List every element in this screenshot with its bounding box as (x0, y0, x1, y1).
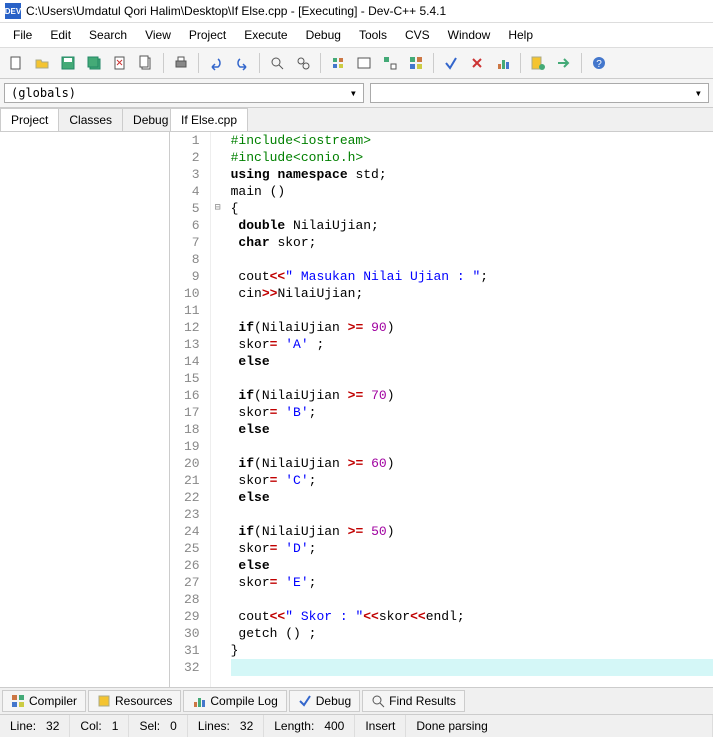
member-dropdown[interactable]: ▾ (370, 83, 709, 103)
status-message: Done parsing (406, 715, 713, 737)
replace-button[interactable] (291, 51, 315, 75)
separator (259, 53, 260, 73)
toolbar: ? (0, 48, 713, 79)
bottom-tabs: CompilerResourcesCompile LogDebugFind Re… (0, 687, 713, 714)
profile-button[interactable] (491, 51, 515, 75)
new-file-button[interactable] (4, 51, 28, 75)
close-button[interactable] (108, 51, 132, 75)
menu-help[interactable]: Help (499, 25, 542, 45)
menu-search[interactable]: Search (80, 25, 136, 45)
open-button[interactable] (30, 51, 54, 75)
menu-debug[interactable]: Debug (297, 25, 350, 45)
left-tab-classes[interactable]: Classes (58, 108, 123, 131)
grid-icon (11, 694, 25, 708)
left-tab-project[interactable]: Project (0, 108, 59, 131)
separator (320, 53, 321, 73)
menu-edit[interactable]: Edit (41, 25, 80, 45)
help-button[interactable]: ? (587, 51, 611, 75)
separator (163, 53, 164, 73)
separator (433, 53, 434, 73)
rebuild-button[interactable] (404, 51, 428, 75)
editor-tabs: If Else.cpp (170, 108, 713, 132)
code-editor[interactable]: 1234567891011121314151617181920212223242… (170, 132, 713, 687)
separator (520, 53, 521, 73)
bottom-tab-compile-log[interactable]: Compile Log (183, 690, 286, 712)
stop-button[interactable] (465, 51, 489, 75)
scope-dropdown[interactable]: (globals)▾ (4, 83, 364, 103)
check-icon (298, 694, 312, 708)
left-tabs: ProjectClassesDebug (0, 108, 169, 132)
find-button[interactable] (265, 51, 289, 75)
bottom-tab-resources[interactable]: Resources (88, 690, 181, 712)
search-icon (371, 694, 385, 708)
status-sel: Sel: 0 (129, 715, 187, 737)
window-title: C:\Users\Umdatul Qori Halim\Desktop\If E… (26, 4, 446, 18)
box-icon (97, 694, 111, 708)
left-panel: ProjectClassesDebug (0, 108, 170, 687)
editor-area: If Else.cpp 1234567891011121314151617181… (170, 108, 713, 687)
status-col: Col: 1 (70, 715, 129, 737)
app-icon: DEV (5, 3, 21, 19)
status-lines: Lines: 32 (188, 715, 264, 737)
debug-button[interactable] (439, 51, 463, 75)
undo-button[interactable] (204, 51, 228, 75)
menu-execute[interactable]: Execute (235, 25, 296, 45)
menu-file[interactable]: File (4, 25, 41, 45)
menu-window[interactable]: Window (439, 25, 500, 45)
chart-icon (192, 694, 206, 708)
separator (581, 53, 582, 73)
save-button[interactable] (56, 51, 80, 75)
menu-cvs[interactable]: CVS (396, 25, 439, 45)
bottom-tab-compiler[interactable]: Compiler (2, 690, 86, 712)
close-all-button[interactable] (134, 51, 158, 75)
status-line: Line: 32 (0, 715, 70, 737)
titlebar: DEV C:\Users\Umdatul Qori Halim\Desktop\… (0, 0, 713, 23)
compile-button[interactable] (326, 51, 350, 75)
status-mode: Insert (355, 715, 406, 737)
run-button[interactable] (352, 51, 376, 75)
compile-run-button[interactable] (378, 51, 402, 75)
menubar: FileEditSearchViewProjectExecuteDebugToo… (0, 23, 713, 48)
statusbar: Line: 32 Col: 1 Sel: 0 Lines: 32 Length:… (0, 714, 713, 737)
line-gutter: 1234567891011121314151617181920212223242… (170, 132, 211, 687)
svg-text:?: ? (596, 59, 602, 70)
menu-tools[interactable]: Tools (350, 25, 396, 45)
combo-row: (globals)▾ ▾ (0, 79, 713, 108)
bottom-tab-debug[interactable]: Debug (289, 690, 360, 712)
status-length: Length: 400 (264, 715, 355, 737)
separator (198, 53, 199, 73)
redo-button[interactable] (230, 51, 254, 75)
new-class-button[interactable] (526, 51, 550, 75)
save-all-button[interactable] (82, 51, 106, 75)
menu-view[interactable]: View (136, 25, 180, 45)
fold-column[interactable]: ⊟ (211, 132, 225, 687)
menu-project[interactable]: Project (180, 25, 235, 45)
code-content[interactable]: #include<iostream>#include<conio.h>using… (225, 132, 713, 687)
editor-tab[interactable]: If Else.cpp (170, 108, 248, 131)
goto-button[interactable] (552, 51, 576, 75)
print-button[interactable] (169, 51, 193, 75)
bottom-tab-find-results[interactable]: Find Results (362, 690, 465, 712)
